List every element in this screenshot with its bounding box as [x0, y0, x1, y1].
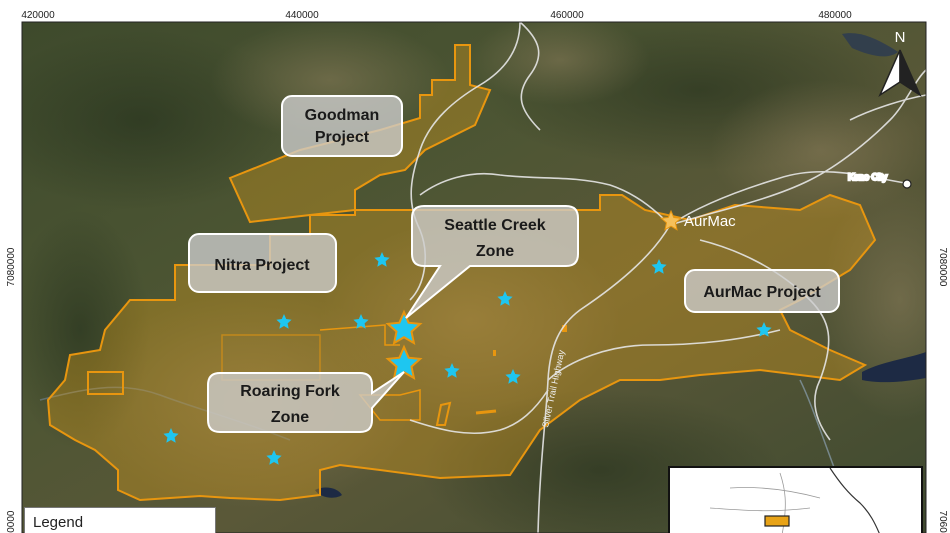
x-tick: 480000 — [818, 10, 852, 21]
y-tick: 7060000 — [937, 511, 948, 533]
callout-roaring-line2: Zone — [271, 409, 309, 426]
callout-nitra[interactable]: Nitra Project — [188, 233, 337, 293]
map[interactable]: Silver Trail Highway 420000 440000 46000… — [0, 0, 950, 533]
inset-map-graphic — [670, 468, 921, 533]
inset-project-location — [764, 515, 790, 527]
legend-panel: Legend — [24, 507, 216, 533]
callout-goodman-line2: Project — [315, 129, 370, 146]
callout-goodman-line1: Goodman — [305, 107, 380, 124]
callout-aurmac-line1: AurMac Project — [703, 284, 821, 301]
callout-aurmac-project[interactable]: AurMac Project — [684, 269, 840, 313]
y-tick: 7060000 — [6, 510, 17, 533]
x-tick: 460000 — [550, 10, 584, 21]
north-label: N — [895, 29, 906, 46]
callout-roaring-line1: Roaring Fork — [240, 383, 340, 400]
keno-city-label: Keno City — [848, 172, 888, 182]
legend-title: Legend — [33, 514, 84, 531]
inset-locator-map — [668, 466, 923, 533]
callout-seattle-line1: Seattle Creek — [444, 217, 545, 234]
callout-goodman[interactable]: Goodman Project — [281, 95, 403, 157]
town-dot-icon — [902, 179, 912, 189]
callout-seattle-line2: Zone — [476, 243, 514, 260]
aurmac-label: AurMac — [684, 213, 736, 230]
y-tick: 7080000 — [6, 247, 17, 286]
callout-nitra-line1: Nitra Project — [214, 257, 310, 274]
x-tick: 420000 — [21, 10, 55, 21]
y-tick: 7080000 — [937, 248, 948, 287]
x-tick: 440000 — [285, 10, 319, 21]
